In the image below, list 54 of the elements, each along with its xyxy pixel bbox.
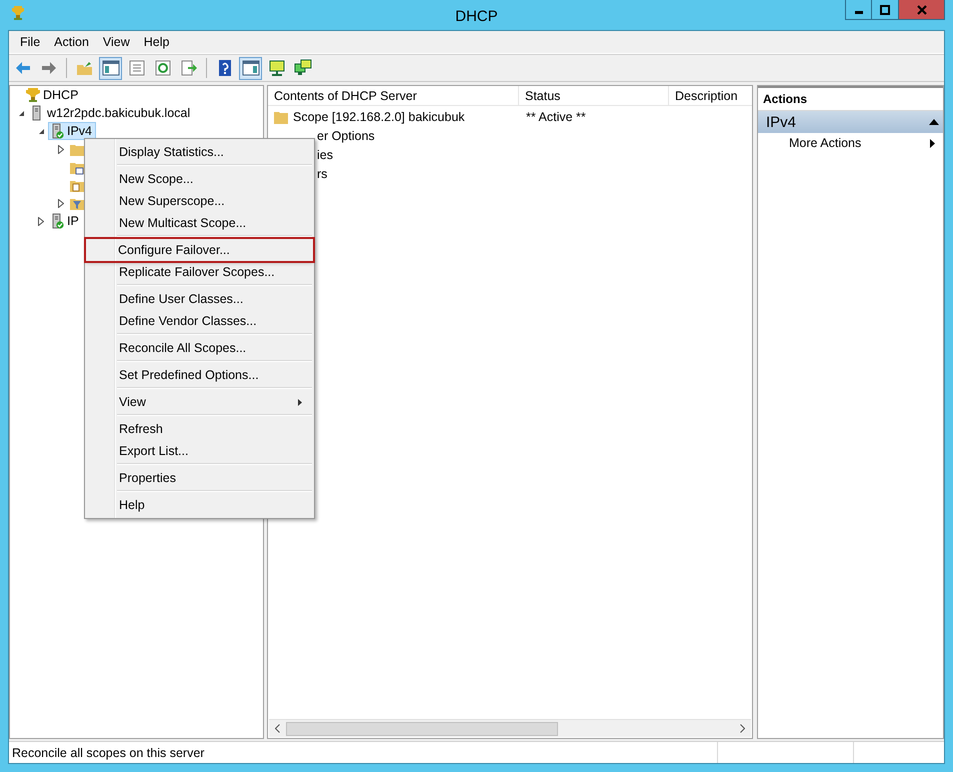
- context-menu-item[interactable]: Display Statistics...: [87, 141, 312, 163]
- context-menu-item[interactable]: New Scope...: [87, 168, 312, 190]
- list-item[interactable]: er Options: [268, 128, 375, 142]
- context-menu-item[interactable]: Set Predefined Options...: [87, 364, 312, 386]
- actions-header: Actions: [758, 86, 943, 111]
- context-menu-item[interactable]: Help: [87, 494, 312, 516]
- minimize-icon: [854, 10, 862, 14]
- trophy-icon: [10, 5, 26, 21]
- close-button[interactable]: [899, 0, 945, 20]
- horizontal-scrollbar[interactable]: [269, 719, 751, 737]
- context-menu-item[interactable]: New Multicast Scope...: [87, 212, 312, 234]
- minimize-button[interactable]: [845, 0, 872, 20]
- menu-item[interactable]: Help: [136, 35, 176, 49]
- menu-item[interactable]: File: [13, 35, 48, 49]
- scroll-thumb[interactable]: [286, 722, 558, 736]
- tree-item[interactable]: IP: [48, 212, 83, 230]
- context-menu-item[interactable]: Replicate Failover Scopes...: [87, 261, 312, 283]
- column-header[interactable]: Description: [669, 86, 752, 105]
- expanded-icon[interactable]: [18, 110, 24, 116]
- context-menu-item[interactable]: New Superscope...: [87, 190, 312, 212]
- column-header[interactable]: Status: [519, 86, 669, 105]
- window-title: DHCP: [455, 6, 498, 24]
- menu-item[interactable]: Action: [47, 35, 96, 49]
- context-menu-item[interactable]: Export List...: [87, 440, 312, 462]
- maximize-icon: [880, 4, 890, 14]
- action-group-header[interactable]: IPv4: [758, 111, 943, 133]
- scroll-left-icon[interactable]: [275, 724, 280, 733]
- context-menu-item[interactable]: Define Vendor Classes...: [87, 310, 312, 332]
- expanded-icon[interactable]: [38, 128, 44, 134]
- scroll-right-icon[interactable]: [740, 724, 745, 733]
- action-link[interactable]: More Actions: [789, 136, 862, 150]
- tree-item[interactable]: DHCP: [24, 86, 82, 104]
- context-menu-item[interactable]: Properties: [87, 467, 312, 489]
- tree-pane-icon[interactable]: [99, 56, 122, 80]
- status-text: ** Active **: [525, 110, 586, 124]
- trophy-icon: [25, 87, 41, 103]
- tree-item[interactable]: w12r2pdc.bakicubuk.local: [28, 104, 194, 122]
- collapsed-icon[interactable]: [58, 144, 64, 154]
- list-item[interactable]: Scope [192.168.2.0] bakicubuk: [268, 108, 521, 124]
- context-menu-item[interactable]: Define User Classes...: [87, 288, 312, 310]
- menu-item[interactable]: View: [96, 35, 137, 49]
- close-icon: [916, 4, 926, 14]
- context-menu-item[interactable]: Reconcile All Scopes...: [87, 337, 312, 359]
- context-menu-item[interactable]: View: [87, 391, 312, 413]
- collapsed-icon[interactable]: [58, 198, 64, 208]
- collapsed-icon[interactable]: [38, 216, 44, 226]
- maximize-button[interactable]: [872, 0, 899, 20]
- column-header[interactable]: Contents of DHCP Server: [268, 86, 519, 105]
- collapse-icon[interactable]: [929, 119, 939, 125]
- tree-item[interactable]: IPv4: [48, 122, 96, 140]
- action-pane-icon[interactable]: [239, 56, 262, 80]
- context-menu-item[interactable]: Configure Failover...: [86, 239, 313, 261]
- status-text: Reconcile all scopes on this server: [11, 744, 206, 762]
- context-menu-item[interactable]: Refresh: [87, 418, 312, 440]
